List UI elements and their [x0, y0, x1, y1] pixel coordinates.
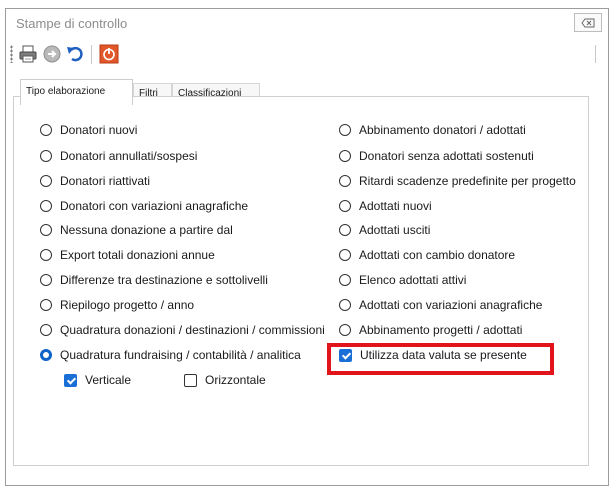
radio-donatori-nuovi[interactable]: Donatori nuovi: [40, 122, 137, 138]
radio-label: Riepilogo progetto / anno: [60, 298, 195, 312]
checkbox-unchecked[interactable]: [184, 373, 197, 387]
radio-label: Export totali donazioni annue: [60, 248, 215, 262]
exit-icon: [99, 44, 119, 64]
radio-button[interactable]: [339, 324, 351, 336]
radio-donatori-variazioni-anagrafiche[interactable]: Donatori con variazioni anagrafiche: [40, 198, 248, 214]
radio-button[interactable]: [40, 224, 52, 236]
checkbox-orizzontale[interactable]: Orizzontale: [184, 372, 266, 388]
radio-label: Donatori senza adottati sostenuti: [359, 149, 534, 163]
checkbox-verticale[interactable]: Verticale: [64, 372, 131, 388]
undo-icon: [67, 46, 83, 62]
radio-abbinamento-progetti-adottati[interactable]: Abbinamento progetti / adottati: [339, 322, 522, 338]
radio-donatori-annullati[interactable]: Donatori annullati/sospesi: [40, 148, 197, 164]
radio-adottati-usciti[interactable]: Adottati usciti: [339, 222, 430, 238]
radio-button[interactable]: [40, 150, 52, 162]
radio-button-selected[interactable]: [40, 349, 52, 361]
radio-label: Donatori annullati/sospesi: [60, 149, 198, 163]
tab-tipo-elaborazione[interactable]: Tipo elaborazione: [20, 79, 133, 105]
radio-donatori-senza-adottati[interactable]: Donatori senza adottati sostenuti: [339, 148, 534, 164]
radio-differenze-destinazione[interactable]: Differenze tra destinazione e sottolivel…: [40, 272, 268, 288]
checkbox-checked[interactable]: [64, 373, 77, 387]
radio-label: Elenco adottati attivi: [359, 273, 467, 287]
title-bar: Stampe di controllo: [6, 9, 608, 39]
radio-label: Ritardi scadenze predefinite per progett…: [359, 174, 576, 188]
radio-button[interactable]: [40, 124, 52, 136]
radio-riepilogo-progetto[interactable]: Riepilogo progetto / anno: [40, 297, 194, 313]
undo-button[interactable]: [65, 44, 85, 64]
radio-label: Abbinamento donatori / adottati: [359, 123, 526, 137]
radio-label: Donatori nuovi: [60, 123, 138, 137]
tab-label: Tipo elaborazione: [26, 86, 106, 97]
radio-adottati-nuovi[interactable]: Adottati nuovi: [339, 198, 432, 214]
printer-icon: [19, 45, 37, 63]
radio-label: Abbinamento progetti / adottati: [359, 323, 523, 337]
radio-label: Donatori con variazioni anagrafiche: [60, 199, 249, 213]
forward-icon: [43, 45, 61, 63]
radio-adottati-cambio-donatore[interactable]: Adottati con cambio donatore: [339, 247, 515, 263]
window-title: Stampe di controllo: [16, 16, 128, 31]
radio-label: Adottati con variazioni anagrafiche: [359, 298, 543, 312]
radio-quadratura-donazioni[interactable]: Quadratura donazioni / destinazioni / co…: [40, 322, 325, 338]
exit-button[interactable]: [99, 44, 119, 64]
radio-donatori-riattivati[interactable]: Donatori riattivati: [40, 173, 150, 189]
radio-button[interactable]: [40, 274, 52, 286]
radio-button[interactable]: [40, 249, 52, 261]
radio-button[interactable]: [40, 200, 52, 212]
radio-button[interactable]: [40, 299, 52, 311]
toolbar-grip-icon[interactable]: [10, 45, 13, 63]
radio-nessuna-donazione[interactable]: Nessuna donazione a partire dal: [40, 222, 233, 238]
radio-ritardi-scadenze[interactable]: Ritardi scadenze predefinite per progett…: [339, 173, 576, 189]
close-button[interactable]: [574, 13, 602, 32]
radio-export-totali[interactable]: Export totali donazioni annue: [40, 247, 215, 263]
radio-button[interactable]: [339, 299, 351, 311]
radio-elenco-adottati-attivi[interactable]: Elenco adottati attivi: [339, 272, 466, 288]
radio-button[interactable]: [339, 175, 351, 187]
radio-button[interactable]: [40, 175, 52, 187]
radio-button[interactable]: [339, 150, 351, 162]
radio-quadratura-fundraising[interactable]: Quadratura fundraising / contabilità / a…: [40, 347, 301, 363]
close-icon: [581, 18, 595, 27]
radio-adottati-variazioni-anagrafiche[interactable]: Adottati con variazioni anagrafiche: [339, 297, 542, 313]
radio-label: Nessuna donazione a partire dal: [60, 223, 233, 237]
radio-label: Adottati nuovi: [359, 199, 432, 213]
radio-button[interactable]: [339, 224, 351, 236]
toolbar: [8, 39, 606, 71]
radio-button[interactable]: [339, 124, 351, 136]
radio-abbinamento-donatori-adottati[interactable]: Abbinamento donatori / adottati: [339, 122, 526, 138]
radio-label: Differenze tra destinazione e sottolivel…: [60, 273, 268, 287]
radio-button[interactable]: [339, 249, 351, 261]
toolbar-separator: [91, 45, 92, 64]
toolbar-end-marker: [595, 45, 596, 63]
radio-label: Quadratura fundraising / contabilità / a…: [60, 348, 301, 362]
checkbox-label: Orizzontale: [205, 373, 266, 387]
radio-button[interactable]: [40, 324, 52, 336]
radio-label: Donatori riattivati: [60, 174, 151, 188]
radio-label: Adottati usciti: [359, 223, 431, 237]
print-button[interactable]: [18, 44, 38, 64]
forward-button[interactable]: [42, 44, 62, 64]
highlight-box: [327, 343, 554, 375]
radio-button[interactable]: [339, 274, 351, 286]
radio-label: Adottati con cambio donatore: [359, 248, 516, 262]
checkbox-label: Verticale: [85, 373, 132, 387]
radio-label: Quadratura donazioni / destinazioni / co…: [60, 323, 325, 337]
radio-button[interactable]: [339, 200, 351, 212]
